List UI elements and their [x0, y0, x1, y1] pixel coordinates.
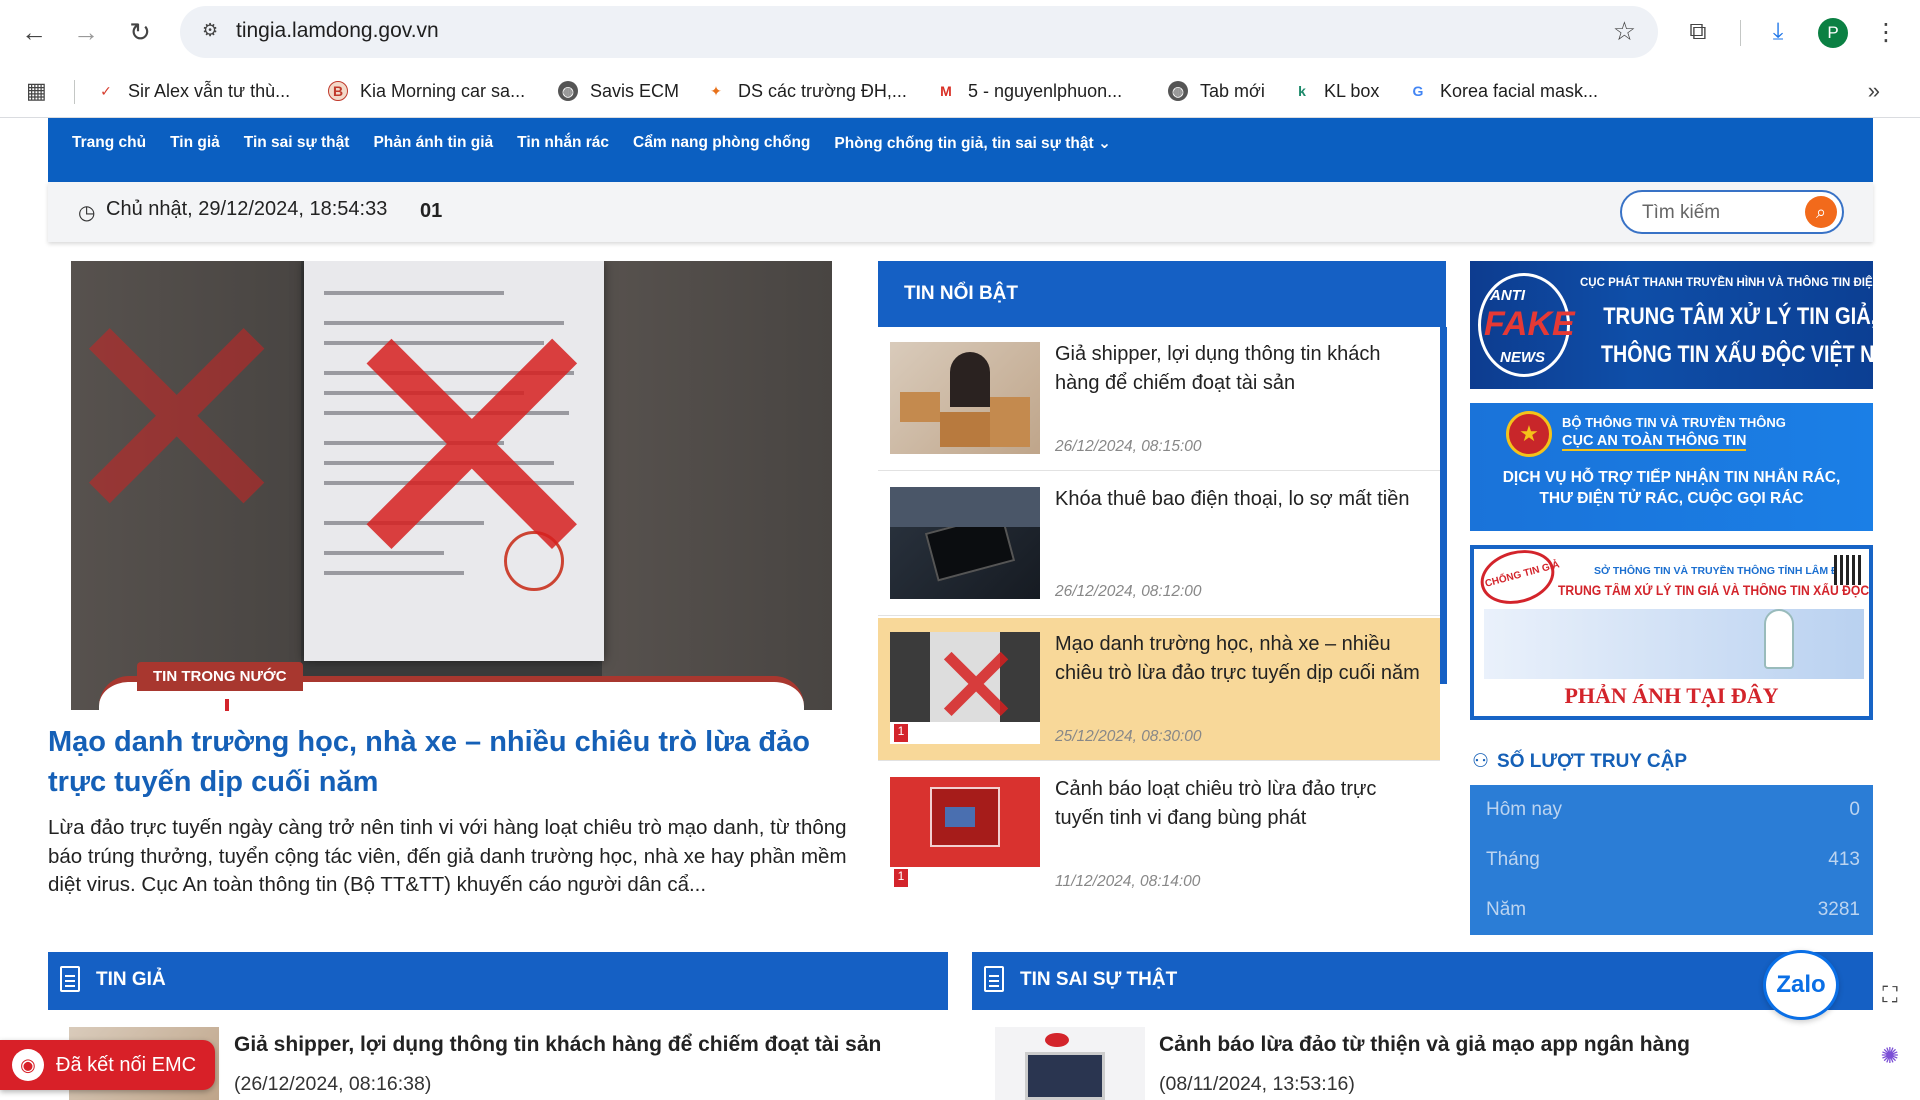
banner-illustration — [1484, 609, 1864, 679]
visits-row-today: Hôm nay 0 — [1486, 799, 1860, 820]
users-icon: ⚇ — [1472, 751, 1490, 772]
forward-arrow-icon[interactable]: → — [66, 12, 106, 52]
highlight-item[interactable]: Khóa thuê bao điện thoại, lo sợ mất tiền… — [878, 473, 1440, 616]
highlights-header: TIN NỔI BẬT — [878, 261, 1446, 327]
browser-toolbar: ← → ↻ ⚙ tingia.lamdong.gov.vn ☆ ⧉ ⤓ P ⋮ — [0, 0, 1920, 64]
main-menu: Trang chủ Tin giả Tin sai sự thật Phản á… — [48, 118, 1873, 182]
toolbar-divider — [1740, 20, 1741, 46]
highlight-thumbnail: ✕ 1 — [890, 632, 1040, 744]
section-article-title[interactable]: Cảnh báo lừa đảo từ thiện và giả mạo app… — [1159, 1033, 1690, 1057]
section-header-fake-news: TIN GIẢ — [48, 952, 948, 1007]
menu-item-home[interactable]: Trang chủ — [60, 118, 158, 168]
check-icon: ✓ — [100, 82, 112, 99]
document-image-right — [602, 261, 832, 710]
profile-avatar[interactable]: P — [1818, 18, 1848, 48]
highlight-item-active[interactable]: ✕ 1 Mạo danh trường học, nhà xe – nhiều … — [878, 618, 1440, 761]
counter-value: 01 — [420, 200, 443, 222]
category-badge[interactable]: TIN TRONG NƯỚC — [137, 662, 303, 691]
bookmark-item[interactable]: B Kia Morning car sa... — [328, 78, 525, 104]
eye-icon: ◉ — [12, 1049, 44, 1081]
url-text[interactable]: tingia.lamdong.gov.vn — [236, 19, 439, 43]
red-accent-mark — [225, 699, 229, 711]
bookmarks-divider — [74, 80, 75, 104]
visits-row-month: Tháng 413 — [1486, 849, 1860, 870]
red-x-mark: ✕ — [71, 261, 303, 589]
section-header-false-news: TIN SAI SỰ THẬT — [972, 952, 1873, 1007]
visits-panel: Hôm nay 0 Tháng 413 Năm 3281 — [1470, 785, 1873, 935]
menu-kebab-icon[interactable]: ⋮ — [1866, 12, 1906, 52]
page-content: Trang chủ Tin giả Tin sai sự thật Phản á… — [0, 118, 1920, 1100]
bookmark-item[interactable]: ◍ Savis ECM — [558, 78, 679, 104]
k-icon: k — [1298, 83, 1306, 99]
menu-item-prevention[interactable]: Phòng chống tin giả, tin sai sự thật ⌄ — [822, 118, 1123, 169]
visits-heading: ⚇ SỐ LƯỢT TRUY CẬP — [1472, 751, 1688, 772]
search-icon[interactable]: ⌕ — [1805, 196, 1837, 228]
back-arrow-icon[interactable]: ← — [14, 12, 54, 52]
highlight-thumbnail: 1 — [890, 777, 1040, 889]
spam-report-banner[interactable]: ★ BỘ THÔNG TIN VÀ TRUYỀN THÔNG CỤC AN TO… — [1470, 403, 1873, 531]
globe-icon: ◍ — [1168, 81, 1188, 101]
browser-chrome: ← → ↻ ⚙ tingia.lamdong.gov.vn ☆ ⧉ ⤓ P ⋮ … — [0, 0, 1920, 118]
section-article-date: (26/12/2024, 08:16:38) — [234, 1073, 432, 1095]
address-bar[interactable]: ⚙ tingia.lamdong.gov.vn ☆ — [180, 6, 1658, 58]
feature-title[interactable]: Mạo danh trường học, nhà xe – nhiều chiê… — [48, 722, 848, 802]
highlights-scrollbar[interactable] — [1440, 327, 1447, 684]
figure-icon — [1764, 609, 1794, 669]
bookmarks-bar: ▦ ✓ Sir Alex vẫn tư thù... B Kia Morning c… — [0, 70, 1920, 112]
bookmark-item[interactable]: ✦ DS các trường ĐH,... — [706, 78, 907, 104]
chevron-double-right-icon[interactable]: » — [1868, 78, 1880, 104]
extensions-icon[interactable]: ⧉ — [1678, 12, 1718, 52]
brain-icon[interactable]: ✺ — [1870, 1036, 1910, 1076]
download-icon[interactable]: ⤓ — [1758, 12, 1798, 52]
site-settings-icon[interactable]: ⚙ — [202, 20, 226, 44]
document-icon — [60, 966, 80, 992]
red-x-mark: ✕ — [321, 261, 623, 652]
feature-image[interactable]: ✕ ✕ — [71, 261, 832, 710]
highlight-item[interactable]: 1 Cảnh báo loạt chiêu trò lừa đảo trực t… — [878, 763, 1440, 906]
zalo-chat-button[interactable]: Zalo — [1763, 950, 1839, 1020]
qr-code-icon — [1834, 555, 1864, 585]
date-bar: ◷ Chủ nhật, 29/12/2024, 18:54:33 01 — [48, 182, 1873, 242]
emc-connected-badge[interactable]: ◉ Đã kết nối EMC — [0, 1040, 215, 1090]
section-thumbnail[interactable] — [995, 1027, 1145, 1100]
bookmark-star-icon[interactable]: ☆ — [1613, 16, 1636, 47]
google-icon: G — [1412, 83, 1424, 99]
highlight-thumbnail — [890, 487, 1040, 599]
b-icon: B — [328, 81, 348, 101]
lam-dong-report-banner[interactable]: CHỐNG TIN GIẢ SỞ THÔNG TIN VÀ TRUYỀN THÔ… — [1470, 545, 1873, 720]
anti-fake-news-banner[interactable]: ANTI FAKE NEWS CỤC PHÁT THANH TRUYỀN HÌN… — [1470, 261, 1873, 389]
bookmark-item[interactable]: ✓ Sir Alex vẫn tư thù... — [96, 78, 290, 104]
chevron-down-icon: ⌄ — [1097, 135, 1111, 152]
menu-item-false-news[interactable]: Tin sai sự thật — [232, 118, 362, 168]
highlight-item[interactable]: Giả shipper, lợi dụng thông tin khách hà… — [878, 328, 1440, 471]
section-underline — [972, 1007, 1873, 1010]
menu-item-spam[interactable]: Tin nhắn rác — [505, 118, 621, 168]
reload-icon[interactable]: ↻ — [120, 12, 160, 52]
bookmark-item[interactable]: G Korea facial mask... — [1408, 78, 1599, 104]
menu-item-fake-news[interactable]: Tin giả — [158, 118, 232, 168]
bookmark-item[interactable]: ◍ Tab mới — [1168, 78, 1265, 104]
section-article-title[interactable]: Giả shipper, lợi dụng thông tin khách hà… — [234, 1033, 881, 1057]
clock-icon: ◷ — [78, 202, 96, 224]
menu-item-report[interactable]: Phản ánh tin giả — [361, 118, 505, 168]
emblem-icon: ★ — [1506, 411, 1552, 457]
gmail-icon: M — [940, 83, 952, 99]
current-datetime: Chủ nhật, 29/12/2024, 18:54:33 — [106, 198, 388, 220]
bookmark-item[interactable]: k KL box — [1292, 78, 1379, 104]
apps-grid-icon[interactable]: ▦ — [26, 78, 52, 104]
globe-icon: ◍ — [558, 81, 578, 101]
search-input[interactable] — [1642, 201, 1802, 225]
section-underline — [48, 1007, 948, 1010]
highlight-thumbnail — [890, 342, 1040, 454]
section-article-date: (08/11/2024, 13:53:16) — [1159, 1073, 1355, 1095]
menu-item-handbook[interactable]: Cẩm nang phòng chống — [621, 118, 822, 168]
bookmark-item[interactable]: M5 - nguyenlphuon... — [936, 78, 1122, 104]
feature-description: Lừa đảo trực tuyến ngày càng trở nên tin… — [48, 816, 847, 896]
visits-row-year: Năm 3281 — [1486, 899, 1860, 920]
screen-capture-icon[interactable]: ⛶ — [1870, 975, 1910, 1015]
document-icon — [984, 966, 1004, 992]
search-box: ⌕ — [1620, 190, 1844, 234]
flame-icon: ✦ — [710, 82, 722, 99]
